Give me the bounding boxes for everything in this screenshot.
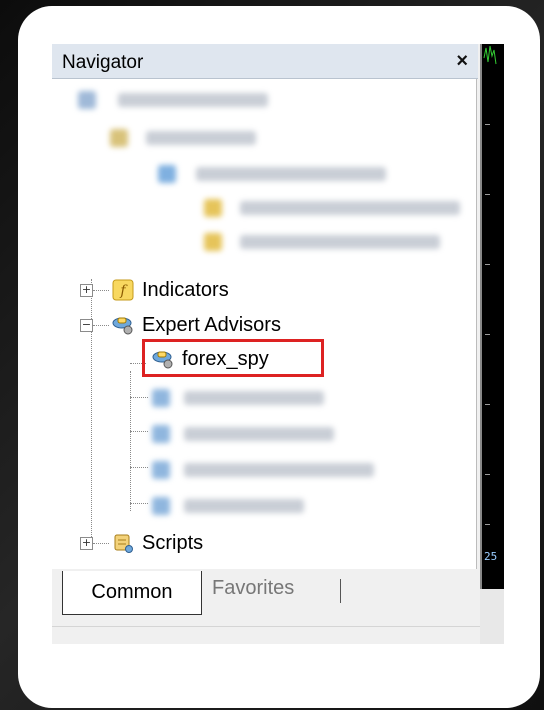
- chart-axis-tick: [485, 124, 490, 125]
- navigator-titlebar: Navigator ×: [52, 44, 478, 79]
- tree-item-scripts[interactable]: Scripts: [112, 527, 203, 559]
- navigator-tree: + f Indicators − Expert Advisors forex_s…: [52, 79, 477, 569]
- scripts-label: Scripts: [142, 531, 204, 554]
- close-icon[interactable]: ×: [456, 50, 468, 73]
- indicator-icon: f: [112, 279, 134, 301]
- tree-connector: [93, 543, 109, 544]
- tab-favorites[interactable]: Favorites: [212, 577, 294, 600]
- tab-divider: [340, 579, 341, 603]
- price-line: [483, 45, 497, 65]
- tree-connector: [130, 371, 131, 511]
- chart-axis-tick: [485, 524, 490, 525]
- expert-advisor-icon: [112, 317, 133, 335]
- chart-axis-tick: [485, 474, 490, 475]
- tree-connector: [91, 279, 92, 539]
- status-bar: [52, 626, 504, 644]
- tree-item-indicators[interactable]: f Indicators: [112, 274, 229, 306]
- blurred-accounts-area: [70, 85, 470, 265]
- tree-connector: [130, 467, 148, 468]
- navigator-window: Navigator × + f Indicators − Expert Advi…: [52, 44, 504, 644]
- chart-bottom-panel: [480, 589, 504, 644]
- chart-axis-tick: [485, 264, 490, 265]
- chart-area: 25: [480, 44, 504, 589]
- tree-connector: [93, 325, 109, 326]
- indicators-label: Indicators: [142, 278, 229, 301]
- chart-axis-tick: [485, 404, 490, 405]
- chart-axis-tick: [485, 194, 490, 195]
- tab-favorites-label: Favorites: [212, 577, 295, 599]
- selection-highlight-box: [142, 339, 324, 377]
- expand-indicators-button[interactable]: +: [80, 284, 93, 297]
- chart-axis-tick: [485, 334, 490, 335]
- navigator-tabs: Common Favorites: [52, 571, 478, 621]
- collapse-expert-advisors-button[interactable]: −: [80, 319, 93, 332]
- expand-scripts-button[interactable]: +: [80, 537, 93, 550]
- expert-advisors-label: Expert Advisors: [142, 313, 281, 336]
- tree-connector: [130, 397, 148, 398]
- tree-connector: [130, 503, 148, 504]
- blurred-expert-advisors-list: [148, 379, 408, 529]
- tree-item-expert-advisors[interactable]: Expert Advisors: [112, 309, 281, 341]
- tab-common[interactable]: Common: [62, 571, 202, 615]
- tree-connector: [130, 431, 148, 432]
- chart-axis-label: 25: [484, 550, 498, 563]
- navigator-title: Navigator: [62, 52, 144, 73]
- tree-connector: [93, 290, 109, 291]
- tab-common-label: Common: [91, 581, 173, 603]
- script-scroll-icon: [114, 534, 133, 553]
